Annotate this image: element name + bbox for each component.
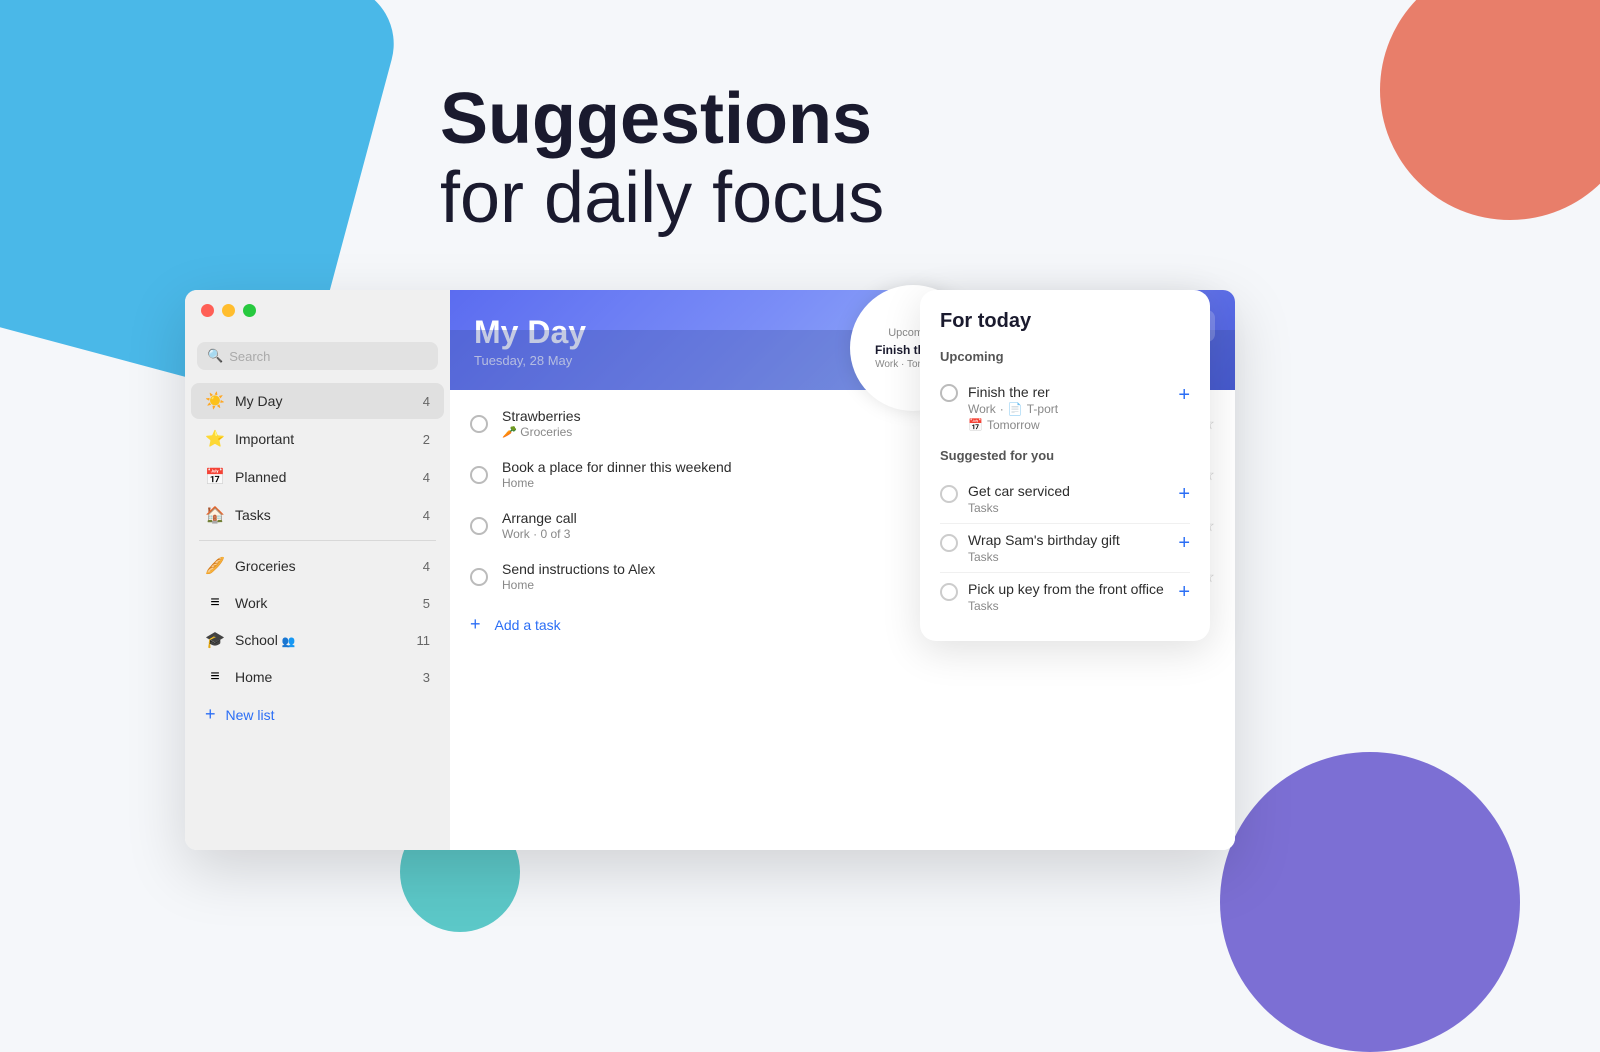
upcoming-when: 📅 Tomorrow	[968, 418, 1168, 432]
add-task-label: Add a task	[495, 617, 561, 633]
my-day-icon: ☀️	[205, 391, 225, 411]
suggestion-info: Wrap Sam's birthday gift Tasks	[968, 532, 1168, 564]
new-list-plus-icon: +	[205, 704, 216, 725]
suggestion-add-button[interactable]: +	[1178, 532, 1190, 555]
sidebar-item-count-home: 3	[423, 670, 430, 685]
suggestion-add-button[interactable]: +	[1178, 483, 1190, 506]
suggestion-title: Wrap Sam's birthday gift	[968, 532, 1168, 548]
suggestion-subtitle: Tasks	[968, 550, 1168, 564]
sidebar-item-tasks[interactable]: 🏠 Tasks 4	[191, 497, 444, 533]
suggestion-subtitle: Tasks	[968, 599, 1168, 613]
upcoming-dot: ·	[1000, 402, 1004, 416]
calendar-icon: 📅	[968, 418, 983, 432]
task-checkbox[interactable]	[470, 415, 488, 433]
bg-decoration-purple	[1220, 752, 1520, 1052]
hero-title: Suggestions	[440, 80, 884, 159]
search-icon: 🔍	[207, 348, 223, 364]
suggestion-title: Pick up key from the front office	[968, 581, 1168, 597]
sidebar-item-label-planned: Planned	[235, 469, 413, 485]
sidebar-item-count-school: 11	[417, 633, 431, 648]
suggestion-checkbox[interactable]	[940, 485, 958, 503]
sidebar-item-count-important: 2	[423, 432, 430, 447]
suggestion-item-get-car: Get car serviced Tasks +	[940, 475, 1190, 524]
sidebar-item-label-my-day: My Day	[235, 393, 413, 409]
sidebar-item-school[interactable]: 🎓 School 👥 11	[191, 622, 444, 658]
new-list-label: New list	[226, 707, 275, 723]
work-icon: ≡	[205, 594, 225, 612]
suggestion-add-button[interactable]: +	[1178, 581, 1190, 604]
suggestion-subtitle: Tasks	[968, 501, 1168, 515]
groceries-icon: 🥖	[205, 556, 225, 576]
bg-decoration-coral	[1380, 0, 1600, 220]
suggestion-item-pick-up-key: Pick up key from the front office Tasks …	[940, 573, 1190, 621]
window-controls	[201, 304, 256, 317]
search-input[interactable]: Search	[229, 349, 270, 364]
upcoming-item: Finish the rer Work · 📄 T-port 📅 Tomorro…	[940, 376, 1190, 440]
sidebar-item-count-tasks: 4	[423, 508, 430, 523]
sidebar-item-label-tasks: Tasks	[235, 507, 413, 523]
home-icon: ≡	[205, 668, 225, 686]
sidebar-item-label-important: Important	[235, 431, 413, 447]
close-button[interactable]	[201, 304, 214, 317]
suggestion-title: Get car serviced	[968, 483, 1168, 499]
task-checkbox[interactable]	[470, 568, 488, 586]
maximize-button[interactable]	[243, 304, 256, 317]
sidebar-item-count-work: 5	[423, 596, 430, 611]
add-task-plus-icon: +	[470, 614, 481, 635]
sidebar: 🔍 Search ☀️ My Day 4 ⭐ Important 2 📅 Pla…	[185, 290, 450, 850]
sidebar-item-count-planned: 4	[423, 470, 430, 485]
suggestion-checkbox[interactable]	[940, 583, 958, 601]
upcoming-list: Work	[968, 402, 996, 416]
sidebar-divider	[199, 540, 436, 541]
sidebar-item-label-work: Work	[235, 595, 413, 611]
tasks-icon: 🏠	[205, 505, 225, 525]
task-checkbox[interactable]	[470, 466, 488, 484]
task-checkbox[interactable]	[470, 517, 488, 535]
suggestion-item-wrap-gift: Wrap Sam's birthday gift Tasks +	[940, 524, 1190, 573]
hero-subtitle: for daily focus	[440, 159, 884, 238]
document-icon: 📄	[1008, 402, 1023, 416]
upcoming-title: Finish the rer	[968, 384, 1168, 400]
for-today-panel: For today Upcoming Finish the rer Work ·…	[920, 290, 1210, 641]
hero-section: Suggestions for daily focus	[440, 80, 884, 238]
upcoming-section-label: Upcoming	[940, 349, 1190, 364]
suggestion-info: Get car serviced Tasks	[968, 483, 1168, 515]
sidebar-item-count-my-day: 4	[423, 394, 430, 409]
important-icon: ⭐	[205, 429, 225, 449]
minimize-button[interactable]	[222, 304, 235, 317]
school-icon: 🎓	[205, 630, 225, 650]
sidebar-item-planned[interactable]: 📅 Planned 4	[191, 459, 444, 495]
upcoming-meta: Work · 📄 T-port	[968, 402, 1168, 416]
sidebar-item-important[interactable]: ⭐ Important 2	[191, 421, 444, 457]
new-list-button[interactable]: + New list	[191, 696, 444, 733]
upcoming-add-button[interactable]: +	[1178, 384, 1190, 407]
suggestion-info: Pick up key from the front office Tasks	[968, 581, 1168, 613]
suggestion-checkbox[interactable]	[940, 534, 958, 552]
sidebar-item-groceries[interactable]: 🥖 Groceries 4	[191, 548, 444, 584]
upcoming-checkbox[interactable]	[940, 384, 958, 402]
sidebar-item-work[interactable]: ≡ Work 5	[191, 586, 444, 620]
upcoming-when-label: Tomorrow	[987, 418, 1040, 432]
sidebar-item-label-school: School 👥	[235, 632, 407, 648]
planned-icon: 📅	[205, 467, 225, 487]
sidebar-item-label-groceries: Groceries	[235, 558, 413, 574]
suggested-section-label: Suggested for you	[940, 448, 1190, 463]
search-bar[interactable]: 🔍 Search	[197, 342, 438, 370]
sidebar-item-my-day[interactable]: ☀️ My Day 4	[191, 383, 444, 419]
upcoming-detail: T-port	[1027, 402, 1058, 416]
for-today-title: For today	[940, 310, 1190, 333]
upcoming-info: Finish the rer Work · 📄 T-port 📅 Tomorro…	[968, 384, 1168, 432]
sidebar-item-count-groceries: 4	[423, 559, 430, 574]
sidebar-item-label-home: Home	[235, 669, 413, 685]
sidebar-item-home[interactable]: ≡ Home 3	[191, 660, 444, 694]
